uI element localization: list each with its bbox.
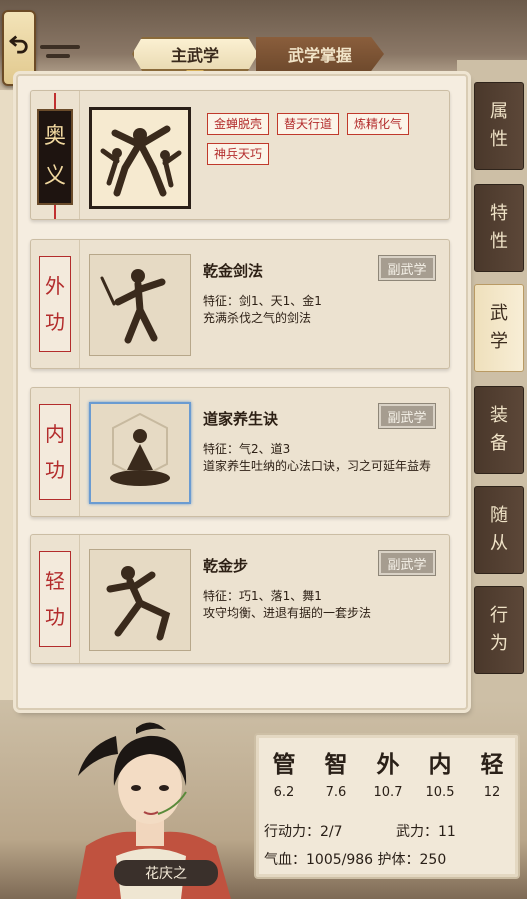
stat-light: 轻 12	[472, 745, 512, 800]
meditating-monk-icon	[110, 412, 170, 486]
aoyi-tag[interactable]: 金蝉脱壳	[207, 113, 270, 135]
stat-outer: 外 10.7	[368, 745, 408, 800]
category-char: 轻	[45, 569, 65, 593]
character-name: 花庆之	[114, 860, 218, 886]
nav-char: 武	[490, 303, 508, 324]
sub-martial-button[interactable]: 副武学	[378, 403, 436, 429]
nav-char: 性	[490, 129, 508, 150]
nav-traits[interactable]: 特性	[474, 184, 524, 272]
aoyi-card: 奥 义 金蝉脱壳 替天行道 炼精化气 神兵天巧	[30, 90, 450, 220]
stat-value: 6.2	[273, 785, 295, 800]
divider	[79, 535, 80, 663]
stat-inner: 内 10.5	[420, 745, 460, 800]
nav-followers[interactable]: 随从	[474, 486, 524, 574]
decor-line	[40, 45, 80, 49]
stat-label: 外	[376, 751, 400, 778]
nav-char: 行	[490, 605, 508, 626]
action-points: 行动力：2/7	[264, 824, 343, 840]
stat-value: 7.6	[325, 785, 347, 800]
nav-equipment[interactable]: 装备	[474, 386, 524, 474]
skill-card-light[interactable]: 轻 功 乾金步 副武学 特征：巧1、落1、舞1 攻守均衡、进退有据的一套步法	[30, 534, 450, 664]
tab-martial-mastery[interactable]: 武学掌握	[256, 37, 384, 71]
tab-label: 主武学	[170, 46, 219, 65]
skill-portrait[interactable]	[89, 549, 191, 651]
hp-armor: 气血：1005/986 护体：250	[264, 852, 447, 868]
nav-martial[interactable]: 武学	[474, 284, 524, 372]
category-char: 功	[45, 310, 65, 334]
skill-description: 攻守均衡、进退有据的一套步法	[203, 606, 372, 620]
skill-description: 道家养生吐纳的心法口诀，习之可延年益寿	[203, 459, 432, 473]
nav-char: 特	[490, 203, 508, 224]
skill-description: 充满杀伐之气的剑法	[203, 311, 312, 325]
stat-management: 管 6.2	[264, 745, 304, 800]
tab-label: 武学掌握	[287, 46, 352, 65]
back-arrow-icon	[9, 35, 28, 54]
skill-feature: 特征：巧1、落1、舞1	[203, 589, 322, 603]
stat-value: 12	[483, 785, 501, 800]
skill-name: 乾金步	[203, 557, 249, 575]
nav-char: 为	[490, 633, 508, 654]
category-label: 内 功	[39, 404, 71, 500]
warrior-group-icon	[100, 125, 182, 197]
aoyi-label-char: 义	[43, 164, 66, 189]
nav-char: 性	[490, 231, 508, 252]
category-char: 功	[45, 458, 65, 482]
category-char: 功	[45, 605, 65, 629]
sub-martial-button[interactable]: 副武学	[378, 550, 436, 576]
skill-feature: 特征：气2、道3	[203, 442, 291, 456]
skill-name: 道家养生诀	[203, 410, 279, 428]
stats-panel: 管 6.2 智 7.6 外 10.7 内 10.5 轻 12 行动力：2/7 武…	[254, 733, 520, 879]
nav-char: 学	[490, 331, 508, 352]
stat-intellect: 智 7.6	[316, 745, 356, 800]
stat-value: 10.5	[425, 785, 455, 800]
skill-portrait[interactable]	[89, 402, 191, 504]
category-label: 外 功	[39, 256, 71, 352]
cord-decor	[54, 205, 56, 219]
aoyi-tag[interactable]: 炼精化气	[347, 113, 410, 135]
force-value: 武力：11	[396, 824, 456, 840]
nav-char: 备	[490, 433, 508, 454]
aoyi-portrait[interactable]	[89, 107, 191, 209]
category-char: 外	[45, 274, 65, 298]
nav-char: 随	[490, 505, 508, 526]
stat-label: 轻	[480, 751, 504, 778]
nav-char: 从	[490, 533, 508, 554]
stat-label: 管	[272, 751, 296, 778]
divider	[79, 91, 80, 219]
tab-main-martial[interactable]: 主武学	[132, 37, 258, 71]
nav-attributes[interactable]: 属性	[474, 82, 524, 170]
sword-fighter-icon	[100, 269, 166, 344]
category-char: 内	[45, 422, 65, 446]
stat-label: 智	[324, 751, 348, 778]
nav-char: 属	[490, 101, 508, 122]
skill-feature: 特征：剑1、天1、金1	[203, 294, 322, 308]
divider	[79, 240, 80, 368]
sub-martial-button[interactable]: 副武学	[378, 255, 436, 281]
category-label: 轻 功	[39, 551, 71, 647]
skill-card-outer[interactable]: 外 功 乾金剑法 副武学 特征：剑1、天1、金1 充满杀伐之气的剑法	[30, 239, 450, 369]
skill-name: 乾金剑法	[203, 262, 264, 280]
divider	[79, 388, 80, 516]
stat-label: 内	[428, 751, 452, 778]
stat-value: 10.7	[373, 785, 403, 800]
skill-card-inner[interactable]: 内 功 道家养生诀 副武学 特征：气2、道3 道家养生吐纳的心法口诀，习之可延年…	[30, 387, 450, 517]
aoyi-label: 奥 义	[37, 109, 73, 205]
leaping-fighter-icon	[106, 566, 171, 641]
decor-line	[46, 54, 70, 58]
skill-portrait[interactable]	[89, 254, 191, 356]
aoyi-label-char: 奥	[43, 124, 66, 149]
nav-char: 装	[490, 405, 508, 426]
aoyi-tag[interactable]: 替天行道	[277, 113, 340, 135]
aoyi-tag[interactable]: 神兵天巧	[207, 143, 270, 165]
nav-behavior[interactable]: 行为	[474, 586, 524, 674]
cord-decor	[54, 93, 56, 109]
